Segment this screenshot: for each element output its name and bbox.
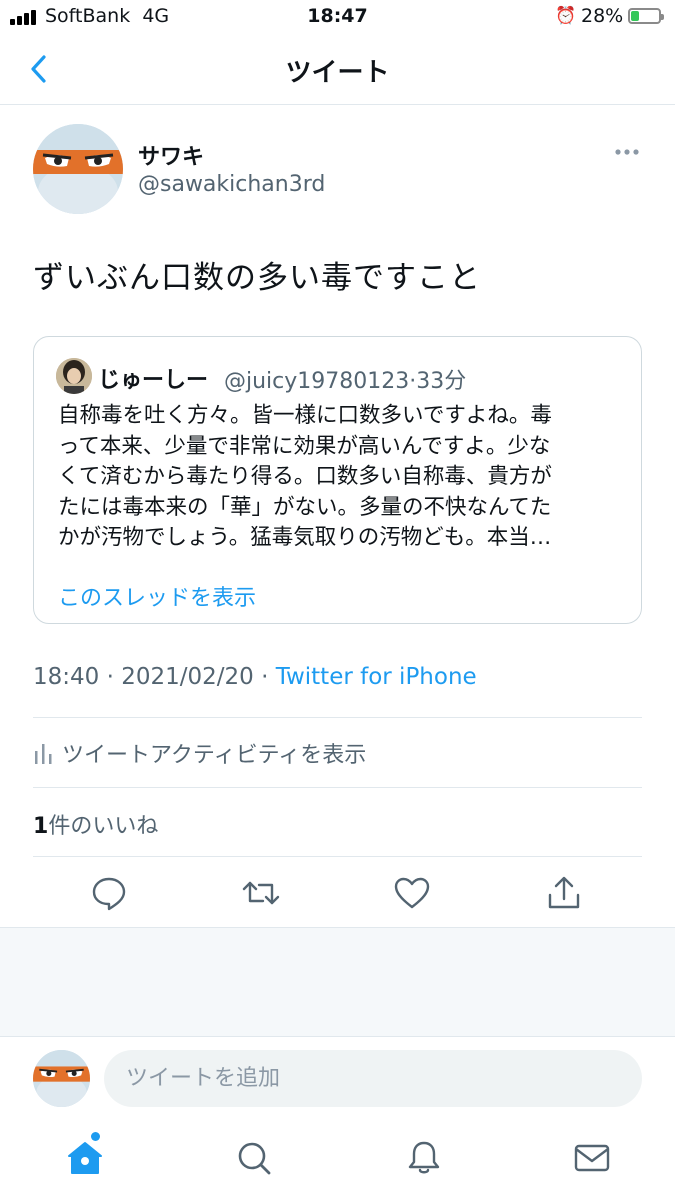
reply-icon[interactable] [89, 873, 129, 913]
tweet-text: ずいぶん口数の多い毒ですこと [33, 260, 481, 296]
header-divider [0, 104, 675, 105]
like-icon[interactable] [392, 873, 432, 913]
ninja-avatar-icon [33, 1050, 90, 1107]
quoted-author-avatar[interactable] [56, 358, 92, 394]
notifications-icon[interactable] [404, 1138, 444, 1178]
current-user-avatar[interactable] [33, 1050, 90, 1107]
retweet-icon[interactable] [241, 873, 281, 913]
reply-input[interactable] [104, 1050, 642, 1107]
quoted-author-meta[interactable]: @juicy19780123·33分 [224, 363, 466, 395]
tweet-activity-label: ツイートアクティビティを表示 [62, 743, 367, 768]
analytics-icon [35, 744, 52, 764]
quoted-tweet-card[interactable]: じゅーしー @juicy19780123·33分 自称毒を吐く方々。皆一様に口数… [33, 336, 642, 624]
divider [33, 856, 642, 857]
tweet-source-link[interactable]: Twitter for iPhone [276, 664, 477, 690]
page-title: ツイート [285, 58, 390, 88]
divider [33, 717, 642, 718]
home-icon[interactable] [65, 1138, 105, 1178]
share-icon[interactable] [544, 873, 584, 913]
author-handle[interactable]: @sawakichan3rd [138, 172, 325, 197]
likes-count: 1 [33, 814, 49, 839]
ninja-avatar-icon [33, 124, 123, 214]
battery-percent: 28% [581, 5, 624, 27]
tweet-timestamp-row: 18:40 · 2021/02/20 · Twitter for iPhone [33, 664, 477, 690]
new-content-dot [91, 1132, 100, 1141]
tweet-activity-link[interactable]: ツイートアクティビティを表示 [33, 737, 366, 769]
divider [33, 787, 642, 788]
battery-icon [628, 8, 664, 24]
likes-count-row[interactable]: 1件のいいね [33, 808, 158, 840]
quoted-author-name[interactable]: じゅーしー [98, 362, 208, 394]
portrait-avatar-icon [56, 358, 92, 394]
tweet-timestamp: 18:40 · 2021/02/20 · [33, 664, 276, 690]
search-icon[interactable] [234, 1138, 274, 1178]
quoted-tweet-text: 自称毒を吐く方々。皆一様に口数多いですよね。毒 って本来、少量で非常に効果が高い… [58, 403, 552, 550]
author-avatar[interactable] [33, 124, 123, 214]
messages-icon[interactable] [572, 1138, 612, 1178]
more-options-icon[interactable] [612, 142, 642, 162]
alarm-icon: ⏰ [555, 6, 577, 26]
author-name[interactable]: サワキ [138, 139, 204, 171]
replies-area [0, 927, 675, 1037]
likes-label: 件のいいね [48, 814, 159, 839]
show-thread-link[interactable]: このスレッドを表示 [58, 580, 256, 612]
status-bar: SoftBank 4G 18:47 ⏰ 28% [0, 0, 675, 36]
battery-level-fill [631, 11, 640, 21]
